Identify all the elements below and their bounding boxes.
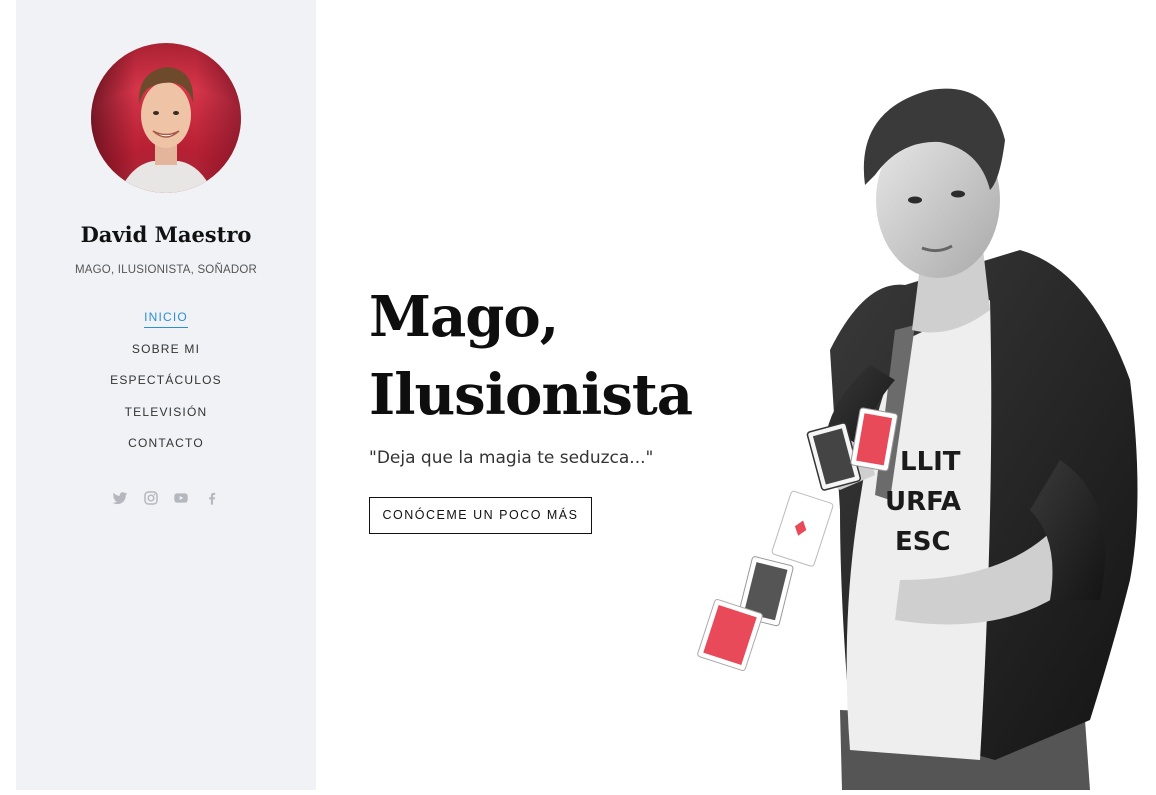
nav-item-contacto[interactable]: CONTACTO: [16, 435, 316, 467]
nav-item-label: SOBRE MI: [131, 341, 201, 356]
social-links: [16, 489, 316, 507]
instagram-icon[interactable]: [142, 490, 160, 506]
site-name: David Maestro: [80, 222, 252, 247]
hero-title-line-2: Ilusionista: [369, 362, 693, 428]
main-nav: INICIO SOBRE MI ESPECTÁCULOS TELEVISIÓN …: [16, 309, 316, 467]
magician-photo: LLIT URFA ESC: [690, 80, 1156, 790]
nav-item-label: INICIO: [144, 309, 188, 328]
svg-text:LLIT: LLIT: [900, 447, 961, 477]
nav-item-espectaculos[interactable]: ESPECTÁCULOS: [16, 372, 316, 404]
facebook-icon[interactable]: [203, 490, 221, 506]
nav-item-label: TELEVISIÓN: [124, 404, 208, 419]
nav-item-label: CONTACTO: [128, 436, 204, 450]
nav-item-label: ESPECTÁCULOS: [110, 373, 222, 387]
hero-quote: "Deja que la magia te seduzca...": [369, 448, 654, 468]
svg-text:ESC: ESC: [895, 527, 951, 557]
hero-title: Mago, Ilusionista: [369, 278, 693, 434]
svg-text:URFA: URFA: [885, 487, 961, 517]
about-me-button[interactable]: CONÓCEME UN POCO MÁS: [369, 497, 592, 534]
youtube-icon[interactable]: [172, 490, 190, 506]
nav-item-television[interactable]: TELEVISIÓN: [16, 404, 316, 436]
nav-item-sobre-mi[interactable]: SOBRE MI: [16, 341, 316, 373]
avatar: [91, 43, 241, 193]
hero-title-line-1: Mago,: [369, 284, 559, 350]
twitter-icon[interactable]: [111, 490, 129, 506]
site-tagline: MAGO, ILUSIONISTA, SOÑADOR: [75, 264, 257, 276]
sidebar: David Maestro MAGO, ILUSIONISTA, SOÑADOR…: [16, 0, 316, 790]
nav-item-inicio[interactable]: INICIO: [16, 309, 316, 341]
